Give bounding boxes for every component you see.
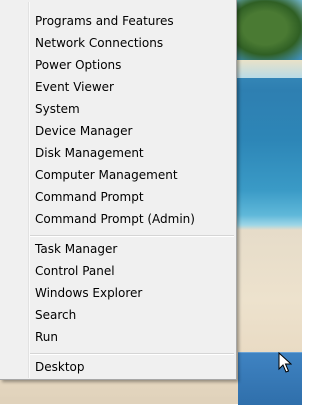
menu-item-command-prompt[interactable]: Command Prompt: [2, 187, 234, 208]
menu-item-programs-and-features[interactable]: Programs and Features: [2, 11, 234, 32]
taskbar[interactable]: [238, 352, 302, 405]
menu-item-search[interactable]: Search: [2, 305, 234, 326]
menu-item-computer-management[interactable]: Computer Management: [2, 165, 234, 186]
menu-item-device-manager[interactable]: Device Manager: [2, 121, 234, 142]
menu-item-network-connections[interactable]: Network Connections: [2, 33, 234, 54]
menu-item-power-options[interactable]: Power Options: [2, 55, 234, 76]
menu-item-run[interactable]: Run: [2, 327, 234, 348]
power-user-menu: Programs and Features Network Connection…: [0, 0, 237, 380]
menu-item-task-manager[interactable]: Task Manager: [2, 239, 234, 260]
menu-item-command-prompt-admin[interactable]: Command Prompt (Admin): [2, 209, 234, 230]
menu-separator: [30, 235, 234, 237]
menu-item-desktop[interactable]: Desktop: [2, 357, 234, 378]
menu-item-control-panel[interactable]: Control Panel: [2, 261, 234, 282]
menu-item-disk-management[interactable]: Disk Management: [2, 143, 234, 164]
mouse-pointer-icon: [278, 352, 292, 373]
menu-item-event-viewer[interactable]: Event Viewer: [2, 77, 234, 98]
menu-item-windows-explorer[interactable]: Windows Explorer: [2, 283, 234, 304]
menu-item-system[interactable]: System: [2, 99, 234, 120]
menu-separator: [30, 353, 234, 355]
